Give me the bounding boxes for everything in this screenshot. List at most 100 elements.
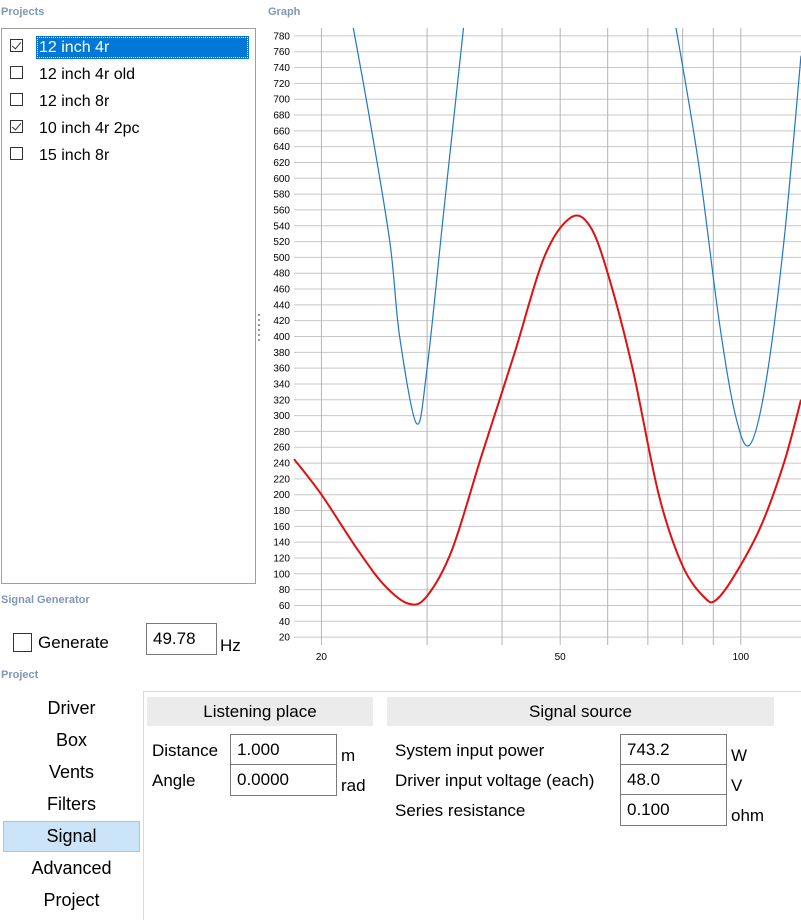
nav-item-vents[interactable]: Vents <box>3 757 140 788</box>
checkmark-icon <box>11 39 22 50</box>
y-tick-label: 100 <box>273 569 290 580</box>
y-tick-label: 80 <box>279 585 291 596</box>
distance-input[interactable]: 1.000 <box>230 734 337 766</box>
y-tick-label: 640 <box>273 142 290 153</box>
project-nav: Driver Box Vents Filters Signal Advanced… <box>0 690 143 920</box>
project-checkbox[interactable] <box>10 66 23 79</box>
driver-input-voltage-label: Driver input voltage (each) <box>395 771 595 790</box>
series-resistance-input[interactable]: 0.100 <box>620 794 727 826</box>
y-tick-label: 60 <box>279 601 291 612</box>
y-axis-ticks: 20 40 60 80 100 120 140 160 180 200 220 240 260 280 30… <box>273 31 290 643</box>
generate-checkbox[interactable] <box>13 633 32 652</box>
series-resistance-unit: ohm <box>731 806 765 825</box>
nav-item-driver[interactable]: Driver <box>3 693 140 724</box>
series-line-2 <box>293 214 801 606</box>
project-item[interactable]: 10 inch 4r 2pc <box>2 113 255 140</box>
y-tick-label: 140 <box>273 538 290 549</box>
y-tick-label: 300 <box>273 411 290 422</box>
y-tick-label: 260 <box>273 443 290 454</box>
y-tick-label: 120 <box>273 553 290 564</box>
frequency-unit: Hz <box>220 636 241 655</box>
y-tick-label: 440 <box>273 300 290 311</box>
y-tick-label: 200 <box>273 490 290 501</box>
y-tick-label: 280 <box>273 427 290 438</box>
y-tick-label: 220 <box>273 474 290 485</box>
y-tick-label: 480 <box>273 269 290 280</box>
y-tick-label: 180 <box>273 506 290 517</box>
series-line-1 <box>675 27 801 447</box>
y-tick-label: 40 <box>279 617 291 628</box>
project-label[interactable]: 12 inch 4r <box>36 36 249 59</box>
project-checkbox[interactable] <box>10 93 23 106</box>
project-item[interactable]: 12 inch 4r old <box>2 59 255 86</box>
project-label[interactable]: 10 inch 4r 2pc <box>36 117 143 140</box>
signal-generator-section-title: Signal Generator <box>1 594 90 606</box>
nav-item-box[interactable]: Box <box>3 725 140 756</box>
y-tick-label: 760 <box>273 47 290 58</box>
angle-unit: rad <box>341 776 366 795</box>
y-tick-label: 160 <box>273 522 290 533</box>
y-tick-label: 700 <box>273 95 290 106</box>
project-checkbox[interactable] <box>10 120 23 133</box>
y-tick-label: 560 <box>273 205 290 216</box>
x-tick-label: 50 <box>555 652 567 663</box>
y-tick-label: 500 <box>273 253 290 264</box>
nav-item-filters[interactable]: Filters <box>3 789 140 820</box>
project-checkbox[interactable] <box>10 39 23 52</box>
project-item[interactable]: 15 inch 8r <box>2 140 255 167</box>
signal-panel: Listening place Distance 1.000 m Angle 0… <box>143 691 801 920</box>
y-tick-label: 740 <box>273 63 290 74</box>
project-label[interactable]: 12 inch 4r old <box>36 63 138 86</box>
y-tick-label: 780 <box>273 31 290 42</box>
y-tick-label: 620 <box>273 158 290 169</box>
distance-unit: m <box>341 746 356 765</box>
y-tick-label: 400 <box>273 332 290 343</box>
y-tick-label: 540 <box>273 221 290 232</box>
chart-series <box>293 27 801 606</box>
series-resistance-label: Series resistance <box>395 801 526 820</box>
projects-list[interactable]: 12 inch 4r 12 inch 4r old 12 inch 8r 10 … <box>1 28 256 584</box>
y-tick-label: 460 <box>273 285 290 296</box>
distance-label: Distance <box>152 741 219 760</box>
y-tick-label: 520 <box>273 237 290 248</box>
angle-input[interactable]: 0.0000 <box>230 764 337 796</box>
y-tick-label: 320 <box>273 395 290 406</box>
project-section-title: Project <box>1 669 39 681</box>
listening-place-header: Listening place <box>147 697 373 726</box>
nav-item-project[interactable]: Project <box>3 885 140 916</box>
project-item[interactable]: 12 inch 4r <box>2 32 255 59</box>
generate-label[interactable]: Generate <box>38 633 109 653</box>
y-tick-label: 380 <box>273 348 290 359</box>
y-tick-label: 240 <box>273 459 290 470</box>
y-tick-label: 360 <box>273 364 290 375</box>
y-tick-label: 20 <box>279 633 291 644</box>
graph-chart: 20 40 60 80 100 120 140 160 180 200 220 240 260 280 30… <box>273 27 801 663</box>
y-tick-label: 720 <box>273 79 290 90</box>
driver-input-voltage-input[interactable]: 48.0 <box>620 764 727 796</box>
y-tick-label: 580 <box>273 190 290 201</box>
project-label[interactable]: 15 inch 8r <box>36 144 112 167</box>
angle-label: Angle <box>152 771 196 790</box>
project-checkbox[interactable] <box>10 147 23 160</box>
project-item[interactable]: 12 inch 8r <box>2 86 255 113</box>
y-tick-label: 420 <box>273 316 290 327</box>
signal-source-header: Signal source <box>387 697 774 726</box>
nav-item-signal[interactable]: Signal <box>3 821 140 852</box>
y-tick-label: 680 <box>273 111 290 122</box>
project-label[interactable]: 12 inch 8r <box>36 90 112 113</box>
checkmark-icon <box>11 120 22 131</box>
y-tick-label: 660 <box>273 126 290 137</box>
system-input-power-label: System input power <box>395 741 545 760</box>
system-input-power-input[interactable]: 743.2 <box>620 734 727 766</box>
x-tick-label: 100 <box>732 652 749 663</box>
driver-input-voltage-unit: V <box>731 776 743 795</box>
nav-item-advanced[interactable]: Advanced <box>3 853 140 884</box>
frequency-input[interactable]: 49.78 <box>146 623 217 655</box>
projects-section-title: Projects <box>1 6 45 18</box>
splitter-grip-icon[interactable] <box>257 314 261 344</box>
y-tick-label: 340 <box>273 379 290 390</box>
x-tick-label: 20 <box>316 652 328 663</box>
x-axis-ticks: 20 50 100 <box>316 652 750 663</box>
y-tick-label: 600 <box>273 174 290 185</box>
system-input-power-unit: W <box>731 746 748 765</box>
